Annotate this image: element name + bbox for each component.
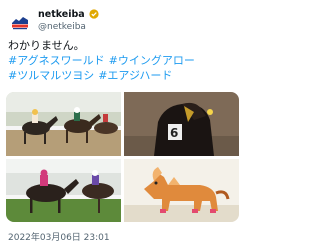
horse-race-photo-icon (6, 92, 121, 156)
verified-badge-icon (89, 9, 99, 19)
author-handle[interactable]: @netkeiba (38, 22, 86, 32)
tweet-timestamp[interactable]: 2022年03月06日 23:01 (8, 230, 110, 243)
media-photo[interactable] (124, 159, 239, 222)
tweet-body: わかりません。 (8, 39, 85, 52)
media-photo[interactable] (6, 159, 121, 222)
horse-portrait-photo-icon: 6 (124, 92, 239, 156)
media-grid: 6 (6, 92, 239, 222)
tweet-card[interactable]: netkeiba @netkeiba わかりません。 #アグネスワールド #ウイン… (0, 0, 245, 250)
author-name[interactable]: netkeiba (38, 9, 85, 20)
media-photo[interactable]: 6 (124, 92, 239, 156)
svg-text:6: 6 (170, 126, 178, 140)
tweet-text: わかりません。 #アグネスワールド #ウイングアロー #ツルマルツヨシ #エアジハー… (8, 38, 240, 83)
avatar[interactable] (8, 10, 32, 34)
horse-illustration-photo-icon (124, 159, 239, 222)
hashtag-link[interactable]: #アグネスワールド (8, 54, 105, 67)
hashtag-link[interactable]: #ツルマルツヨシ (8, 69, 94, 82)
media-photo[interactable] (6, 92, 121, 156)
hashtag-link[interactable]: #エアジハード (98, 69, 172, 82)
horse-race-finish-photo-icon (6, 159, 121, 222)
hashtag-link[interactable]: #ウイングアロー (109, 54, 195, 67)
netkeiba-logo-icon (8, 10, 32, 34)
